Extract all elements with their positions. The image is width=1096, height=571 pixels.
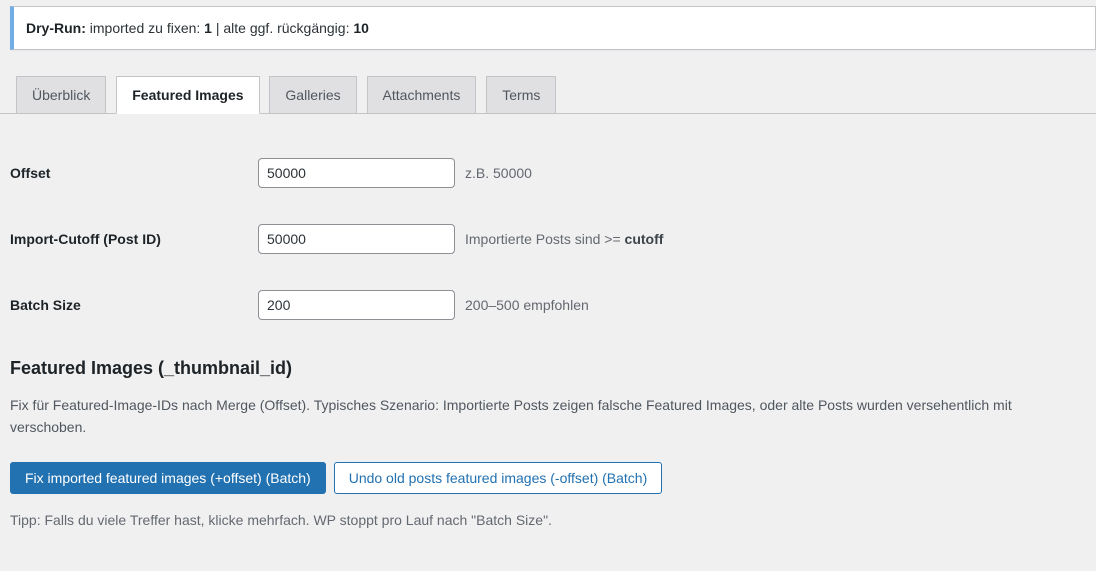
import-cutoff-description: Importierte Posts sind >= cutoff (465, 231, 663, 247)
notice-label: Dry-Run: (26, 20, 86, 36)
offset-description: z.B. 50000 (465, 165, 532, 181)
dry-run-notice: Dry-Run: imported zu fixen: 1 | alte ggf… (10, 6, 1096, 50)
import-cutoff-description-strong: cutoff (625, 231, 664, 247)
settings-form: Offset z.B. 50000 Import-Cutoff (Post ID… (0, 114, 1096, 320)
batch-size-label: Batch Size (10, 297, 258, 313)
tab-featured-images[interactable]: Featured Images (116, 76, 259, 114)
section-title: Featured Images (_thumbnail_id) (10, 358, 1086, 379)
import-cutoff-label: Import-Cutoff (Post ID) (10, 231, 258, 247)
notice-undo-text: alte ggf. rückgängig: (223, 20, 349, 36)
offset-input[interactable] (258, 158, 455, 188)
batch-size-description: 200–500 empfohlen (465, 297, 589, 313)
undo-old-posts-featured-images-button[interactable]: Undo old posts featured images (-offset)… (334, 462, 663, 494)
import-cutoff-input[interactable] (258, 224, 455, 254)
batch-size-row: Batch Size 200–500 empfohlen (10, 290, 1086, 320)
tab-ueberblick[interactable]: Überblick (16, 76, 106, 114)
fix-imported-featured-images-button[interactable]: Fix imported featured images (+offset) (… (10, 462, 326, 494)
notice-undo-count: 10 (353, 20, 369, 36)
featured-images-section: Featured Images (_thumbnail_id) Fix für … (0, 356, 1096, 528)
notice-fixen-text: imported zu fixen: (90, 20, 201, 36)
offset-row: Offset z.B. 50000 (10, 158, 1086, 188)
action-buttons: Fix imported featured images (+offset) (… (10, 462, 1086, 494)
batch-size-input[interactable] (258, 290, 455, 320)
notice-separator: | (216, 20, 220, 36)
section-description: Fix für Featured-Image-IDs nach Merge (O… (10, 395, 1072, 438)
offset-label: Offset (10, 165, 258, 181)
tab-bar: Überblick Featured Images Galleries Atta… (0, 76, 1096, 114)
tip-text: Tipp: Falls du viele Treffer hast, klick… (10, 512, 1086, 528)
tab-attachments[interactable]: Attachments (367, 76, 477, 114)
notice-fixen-count: 1 (204, 20, 212, 36)
tab-terms[interactable]: Terms (486, 76, 556, 114)
tab-galleries[interactable]: Galleries (269, 76, 356, 114)
import-cutoff-description-text: Importierte Posts sind >= (465, 231, 621, 247)
import-cutoff-row: Import-Cutoff (Post ID) Importierte Post… (10, 224, 1086, 254)
